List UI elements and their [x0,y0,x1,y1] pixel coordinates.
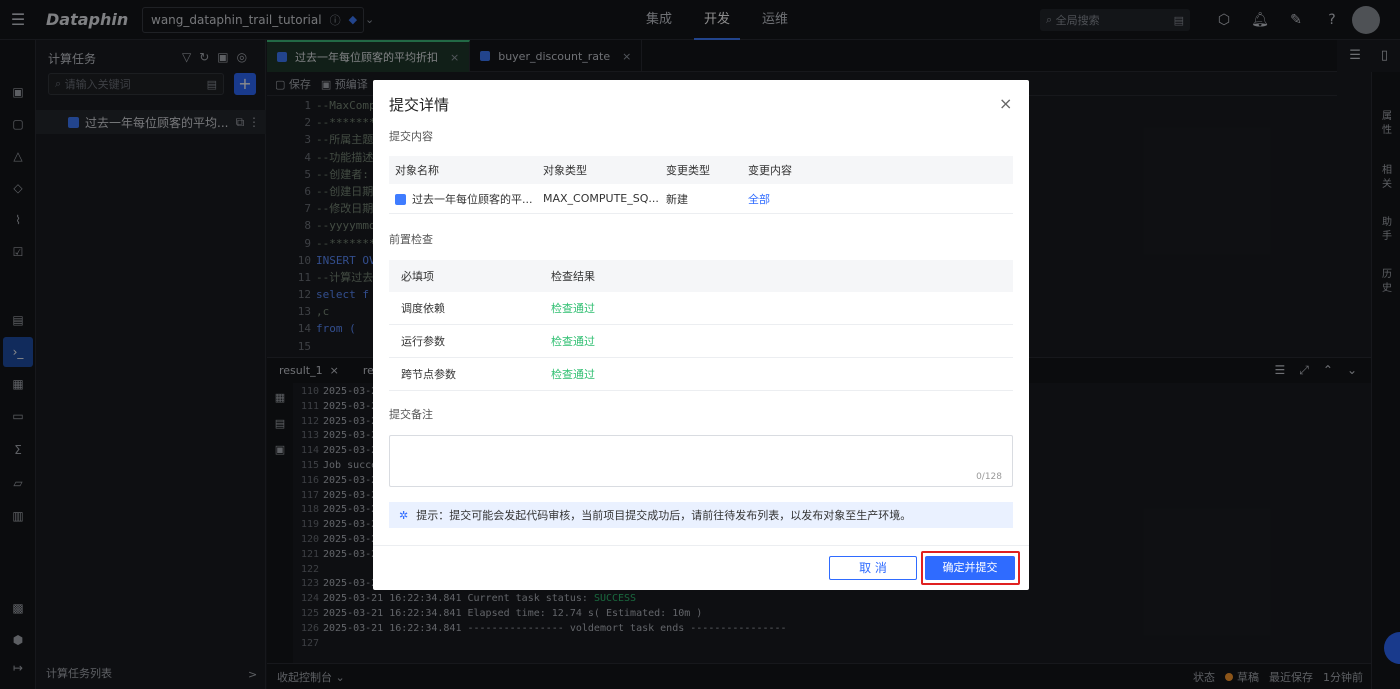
check-result: 检查通过 [551,335,595,348]
content-table-header: 对象名称 对象类型 变更类型 变更内容 [389,156,1013,184]
object-type-cell: MAX_COMPUTE_SQ... [543,192,659,205]
footer-divider [373,545,1029,546]
precheck-section-label: 前置检查 [389,233,433,246]
char-counter: 0/128 [976,472,1002,482]
col-header: 检查结果 [551,270,595,283]
col-header: 变更类型 [666,164,710,177]
check-result: 检查通过 [551,368,595,381]
col-header: 对象名称 [395,164,439,177]
submit-details-modal: 提交详情 × 提交内容 对象名称 对象类型 变更类型 变更内容 过去一年每位顾客… [373,80,1029,590]
close-icon[interactable]: × [999,94,1012,113]
check-item: 跨节点参数 [401,368,456,381]
check-result: 检查通过 [551,302,595,315]
content-table: 对象名称 对象类型 变更类型 变更内容 过去一年每位顾客的平... MAX_CO… [389,156,1013,214]
modal-title: 提交详情 [389,96,450,114]
table-row: 过去一年每位顾客的平... MAX_COMPUTE_SQ... 新建 全部 [389,184,1013,214]
table-row: 调度依赖 检查通过 [389,292,1013,325]
content-section-label: 提交内容 [389,130,433,143]
precheck-table: 必填项 检查结果 调度依赖 检查通过 运行参数 检查通过 跨节点参数 检查通过 [389,260,1013,391]
object-name-cell: 过去一年每位顾客的平... [389,191,537,207]
cancel-button[interactable]: 取 消 [829,556,917,580]
check-item: 调度依赖 [401,302,445,315]
change-type-cell: 新建 [666,192,688,206]
change-content-link[interactable]: 全部 [742,191,942,207]
check-item: 运行参数 [401,335,445,348]
sql-task-icon [395,194,406,205]
remark-textarea[interactable]: 0/128 [389,435,1013,487]
bulb-icon: ✲ [399,508,409,522]
precheck-table-header: 必填项 检查结果 [389,260,1013,292]
table-row: 跨节点参数 检查通过 [389,358,1013,391]
col-header: 对象类型 [543,164,587,177]
hint-text: 提示：提交可能会发起代码审核，当前项目提交成功后，请前往待发布列表，以发布对象至… [416,509,912,522]
table-row: 运行参数 检查通过 [389,325,1013,358]
col-header: 必填项 [401,270,434,283]
confirm-submit-button[interactable]: 确定并提交 [925,556,1015,580]
hint-banner: ✲ 提示：提交可能会发起代码审核，当前项目提交成功后，请前往待发布列表，以发布对… [389,502,1013,528]
remark-section-label: 提交备注 [389,408,433,421]
col-header: 变更内容 [748,164,792,177]
